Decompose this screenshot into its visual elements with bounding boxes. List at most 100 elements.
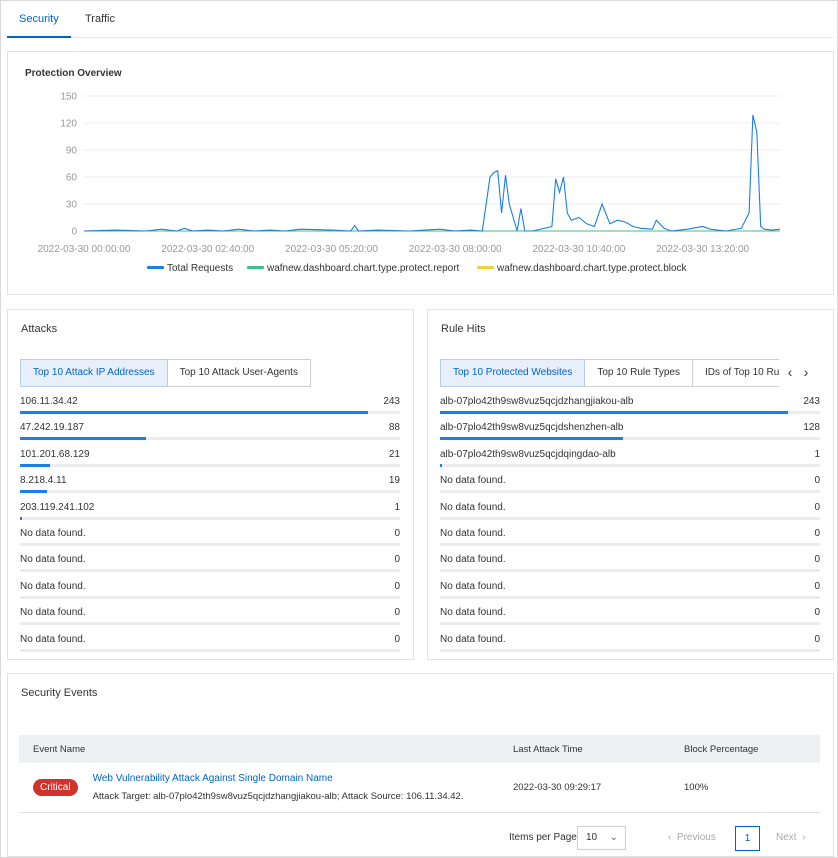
tab-rule-ids[interactable]: IDs of Top 10 Rule <box>692 359 779 387</box>
attack-count: 0 <box>394 527 400 539</box>
rule-hit-row: No data found. 0 <box>440 528 820 554</box>
attack-row: 47.242.19.187 88 <box>20 422 400 448</box>
attack-bar-fill <box>20 437 146 441</box>
previous-label: Previous <box>676 832 716 843</box>
attack-count: 0 <box>394 580 400 592</box>
attack-label: No data found. <box>20 580 86 592</box>
attack-bar-track <box>20 516 400 520</box>
attack-bar-track <box>20 463 400 467</box>
attack-row: 101.201.68.129 21 <box>20 449 400 475</box>
rule-hit-bar-track <box>440 595 820 599</box>
attack-count: 243 <box>383 396 400 407</box>
column-header: Last Attack Time <box>499 735 670 763</box>
attack-count: 0 <box>394 554 400 566</box>
page-number[interactable]: 1 <box>735 826 760 851</box>
rule-hit-row: No data found. 0 <box>440 634 820 660</box>
y-tick-label: 30 <box>66 200 78 211</box>
rule-hit-count: 0 <box>814 554 820 566</box>
attack-label: 203.119.241.102 <box>20 501 95 513</box>
tab-protected-websites[interactable]: Top 10 Protected Websites <box>440 359 586 387</box>
y-tick-label: 0 <box>71 227 77 238</box>
attack-bar-track <box>20 437 400 441</box>
attack-row: 106.11.34.42 243 <box>20 396 400 422</box>
tab-traffic[interactable]: Traffic <box>85 1 115 38</box>
attack-label: 8.218.4.11 <box>20 475 67 487</box>
events-table: Event Name Last Attack Time Block Percen… <box>19 735 820 813</box>
attack-row: No data found. 0 <box>20 634 400 660</box>
top-tabs: Security Traffic <box>7 1 833 38</box>
attack-count: 19 <box>388 475 400 487</box>
attack-bar-track <box>20 622 400 626</box>
x-tick-label: 2022-03-30 08:00:00 <box>409 244 502 255</box>
attack-bar-fill <box>20 516 23 520</box>
rule-hit-count: 0 <box>814 607 820 619</box>
rule-hit-label: No data found. <box>440 501 506 513</box>
rule-hit-count: 0 <box>814 501 820 513</box>
tab-rule-types[interactable]: Top 10 Rule Types <box>585 359 693 387</box>
attack-count: 0 <box>394 607 400 619</box>
attack-label: No data found. <box>20 527 86 539</box>
column-header: Block Percentage <box>670 735 820 763</box>
x-tick-label: 2022-03-30 02:40:00 <box>161 244 254 255</box>
attack-row: No data found. 0 <box>20 607 400 633</box>
rule-hit-label: alb-07plo42th9sw8vuz5qcjdshenzhen-alb <box>440 422 624 434</box>
x-tick-label: 2022-03-30 05:20:00 <box>285 244 378 255</box>
rule-hit-bar-fill <box>440 437 624 441</box>
y-tick-label: 150 <box>60 92 77 103</box>
rule-hit-bar-track <box>440 437 820 441</box>
protection-chart: 0 30 60 90 120 150 2022-03-30 00:00:00 2022-03-… <box>38 92 781 274</box>
items-per-page-label: Items per Page <box>509 832 577 843</box>
previous-button[interactable]: ‹ Previous <box>668 832 716 843</box>
next-label: Next <box>776 832 797 843</box>
attack-row: No data found. 0 <box>20 581 400 607</box>
attack-bar-fill <box>20 490 48 494</box>
chevron-left-icon: ‹ <box>668 832 672 843</box>
attack-label: No data found. <box>20 607 86 619</box>
rule-hit-bar-track <box>440 516 820 520</box>
attack-row: No data found. 0 <box>20 554 400 580</box>
legend-swatch <box>247 266 264 269</box>
chevron-down-icon: ⌄ <box>609 832 618 843</box>
severity-badge: Critical <box>33 778 78 796</box>
items-per-page-select[interactable]: 10 ⌄ <box>577 826 626 850</box>
tab-attack-user-agents[interactable]: Top 10 Attack User-Agents <box>167 359 311 387</box>
protection-overview-panel: Protection Overview 0 30 60 90 120 150 2022-03… <box>7 51 834 295</box>
rule-hit-row: alb-07plo42th9sw8vuz5qcjdshenzhen-alb 128 <box>440 422 820 448</box>
attack-label: No data found. <box>20 554 86 566</box>
rule-hit-count: 0 <box>814 633 820 645</box>
event-detail: Attack Target: alb-07plo42th9sw8vuz5qcjd… <box>92 790 464 802</box>
rule-hit-count: 1 <box>814 448 820 460</box>
rule-hit-count: 128 <box>803 422 820 434</box>
table-row: Critical Web Vulnerability Attack Agains… <box>19 763 820 813</box>
y-tick-label: 120 <box>60 119 77 130</box>
rule-hit-label: No data found. <box>440 554 506 566</box>
attack-count: 88 <box>388 422 400 434</box>
rule-hit-row: alb-07plo42th9sw8vuz5qcjdzhangjiakou-alb… <box>440 396 820 422</box>
legend-swatch <box>147 266 164 269</box>
chevron-left-icon[interactable]: ‹ <box>783 365 797 379</box>
attack-bar-track <box>20 490 400 494</box>
attack-row: 203.119.241.102 1 <box>20 502 400 528</box>
rule-hit-bar-fill <box>440 463 443 467</box>
rule-hit-count: 0 <box>814 475 820 487</box>
legend-label: Total Requests <box>167 263 233 274</box>
chevron-right-icon: › <box>802 832 806 843</box>
rule-hit-row: No data found. 0 <box>440 475 820 501</box>
event-link[interactable]: Web Vulnerability Attack Against Single … <box>93 773 464 784</box>
rule-hit-count: 0 <box>814 527 820 539</box>
attack-row: No data found. 0 <box>20 528 400 554</box>
rule-hit-count: 243 <box>803 396 820 407</box>
x-tick-label: 2022-03-30 13:20:00 <box>656 244 749 255</box>
last-attack-time: 2022-03-30 09:29:17 <box>499 763 670 813</box>
attack-label: 101.201.68.129 <box>20 448 90 460</box>
tab-security[interactable]: Security <box>7 1 71 38</box>
rule-hit-bar-track <box>440 411 820 414</box>
y-tick-label: 90 <box>66 146 78 157</box>
next-button[interactable]: Next › <box>776 832 805 843</box>
rule-hit-row: No data found. 0 <box>440 581 820 607</box>
rule-hit-label: No data found. <box>440 607 506 619</box>
attack-bar-fill <box>20 411 368 414</box>
chevron-right-icon[interactable]: › <box>799 365 813 379</box>
security-events-title: Security Events <box>21 687 98 699</box>
tab-attack-ip[interactable]: Top 10 Attack IP Addresses <box>20 359 168 387</box>
